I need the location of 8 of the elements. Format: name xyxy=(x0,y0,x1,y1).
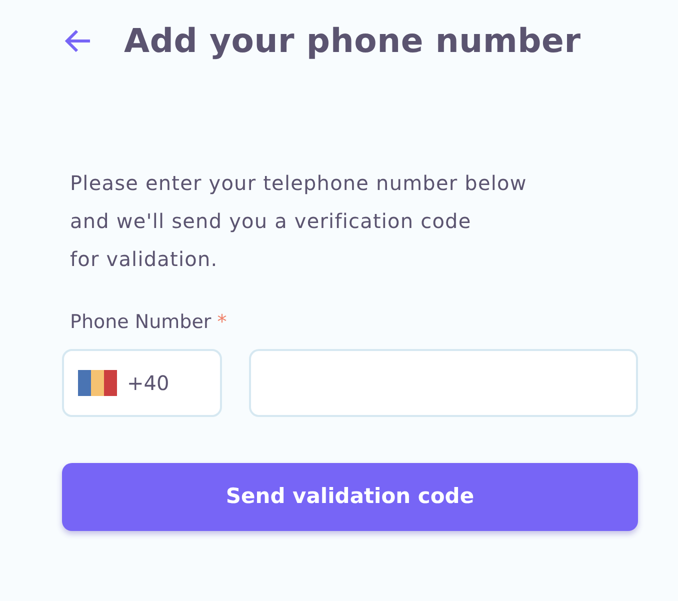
flag-icon xyxy=(78,370,117,396)
page-title: Add your phone number xyxy=(124,21,581,61)
instructions-text: Please enter your telephone number below and we'll send you a verification code for validation. xyxy=(70,170,528,273)
send-validation-code-button[interactable]: Send validation code xyxy=(62,462,638,530)
phone-number-input[interactable] xyxy=(249,348,638,416)
required-mark: * xyxy=(217,311,227,333)
field-label: Phone Number xyxy=(70,311,212,333)
country-code-select[interactable]: +40 xyxy=(62,348,222,416)
